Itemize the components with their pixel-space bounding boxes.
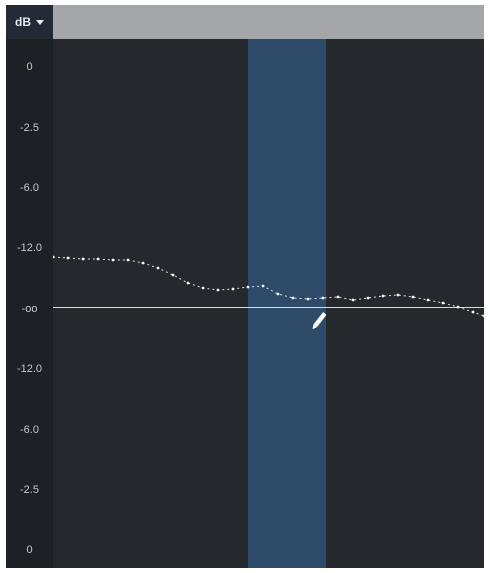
envelope-point[interactable] — [231, 287, 235, 291]
envelope-track-area[interactable] — [53, 39, 484, 568]
envelope-point[interactable] — [396, 293, 400, 297]
envelope-line[interactable] — [53, 256, 484, 317]
track-header-bar[interactable] — [53, 5, 484, 39]
envelope-points — [53, 255, 484, 318]
envelope-point[interactable] — [441, 301, 445, 305]
envelope-point[interactable] — [291, 296, 295, 300]
ruler-label: -12.0 — [16, 363, 43, 375]
envelope-point[interactable] — [96, 257, 100, 261]
ruler-label: -2.5 — [20, 484, 39, 496]
envelope-point[interactable] — [366, 296, 370, 300]
envelope-point[interactable] — [141, 261, 145, 265]
chevron-down-icon — [36, 19, 44, 25]
envelope-point[interactable] — [81, 257, 85, 261]
envelope-point[interactable] — [66, 256, 70, 260]
pencil-cursor-icon — [312, 312, 327, 330]
db-ruler: dB 0 -2.5 -6.0 -12.0 -oo -12.0 -6.0 -2.5… — [6, 5, 53, 568]
envelope-point[interactable] — [336, 295, 340, 299]
envelope-point[interactable] — [186, 281, 190, 285]
ruler-label: -2.5 — [20, 122, 39, 134]
envelope-point[interactable] — [156, 266, 160, 270]
ruler-label: -12.0 — [16, 242, 43, 254]
ruler-label: -6.0 — [20, 182, 39, 194]
unit-label: dB — [15, 15, 31, 29]
envelope-point[interactable] — [111, 258, 115, 262]
ruler-label: 0 — [26, 544, 33, 556]
envelope-point[interactable] — [456, 305, 460, 309]
ruler-label: -oo — [21, 303, 38, 315]
envelope-point[interactable] — [351, 298, 355, 302]
envelope-point[interactable] — [381, 294, 385, 298]
envelope-point[interactable] — [126, 258, 130, 262]
envelope-point[interactable] — [201, 286, 205, 290]
envelope-point[interactable] — [171, 273, 175, 277]
envelope-point[interactable] — [261, 284, 265, 288]
ruler-label: 0 — [26, 61, 33, 73]
ruler-label: -6.0 — [20, 424, 39, 436]
volume-envelope-editor: dB 0 -2.5 -6.0 -12.0 -oo -12.0 -6.0 -2.5… — [6, 5, 484, 568]
envelope-point[interactable] — [53, 255, 55, 259]
envelope-point[interactable] — [482, 314, 484, 318]
envelope-point[interactable] — [216, 288, 220, 292]
envelope-point[interactable] — [411, 295, 415, 299]
envelope-point[interactable] — [426, 298, 430, 302]
envelope-point[interactable] — [246, 285, 250, 289]
envelope-curve[interactable] — [53, 39, 484, 568]
envelope-point[interactable] — [306, 297, 310, 301]
envelope-point[interactable] — [276, 292, 280, 296]
envelope-point[interactable] — [321, 296, 325, 300]
unit-dropdown[interactable]: dB — [6, 5, 53, 39]
envelope-point[interactable] — [471, 310, 475, 314]
